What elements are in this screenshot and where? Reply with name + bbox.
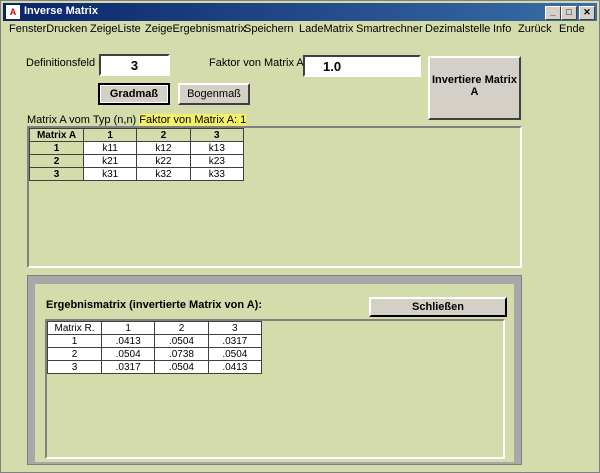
result-row: 2 .0504 .0738 .0504	[47, 347, 263, 361]
matrix-a-cell[interactable]: k12	[136, 141, 191, 155]
schliessen-button[interactable]: Schließen	[369, 297, 507, 317]
matrix-a-row-header: 2	[29, 154, 84, 168]
matrix-a-cell[interactable]: k23	[189, 154, 245, 168]
maximize-button[interactable]: □	[561, 6, 577, 20]
gradmass-button[interactable]: Gradmaß	[98, 83, 170, 105]
menu-zeigeergebnismatrix[interactable]: ZeigeErgebnismatrix	[145, 23, 246, 35]
invert-matrix-button[interactable]: Invertiere Matrix A	[428, 56, 521, 120]
menu-bar: FensterDrucken ZeigeListe ZeigeErgebnism…	[3, 22, 597, 38]
menu-ende[interactable]: Ende	[559, 23, 585, 35]
result-cell: .0504	[207, 347, 263, 361]
menu-ladematrix[interactable]: LadeMatrix	[299, 23, 353, 35]
result-row-header: 3	[47, 360, 102, 374]
matrix-a-caption-text: Matrix A vom Typ (n,n)	[27, 114, 137, 126]
result-cell: .0413	[207, 360, 263, 374]
matrix-a-row: 1 k11 k12 k13	[29, 141, 245, 155]
menu-info[interactable]: Info	[493, 23, 511, 35]
menu-fensterdrucken[interactable]: FensterDrucken	[9, 23, 87, 35]
matrix-a-caption: Matrix A vom Typ (n,n) Faktor von Matrix…	[27, 114, 247, 126]
app-icon: A	[6, 5, 20, 19]
menu-speichern[interactable]: Speichern	[244, 23, 294, 35]
title-bar[interactable]: A Inverse Matrix _ □ ✕	[3, 3, 597, 21]
matrix-a-corner-header: Matrix A	[29, 128, 84, 142]
menu-zurueck[interactable]: Zurück	[518, 23, 552, 35]
matrix-a-cell[interactable]: k22	[136, 154, 191, 168]
result-table: Matrix R. 1 2 3 1 .0413 .0504 .0317 2 .0…	[47, 321, 263, 374]
matrix-a-row: 3 k31 k32 k33	[29, 167, 245, 181]
matrix-a-col-header: 1	[82, 128, 138, 142]
minimize-button[interactable]: _	[545, 6, 561, 20]
matrix-a-cell[interactable]: k11	[82, 141, 138, 155]
matrix-a-cell[interactable]: k31	[82, 167, 138, 181]
bogenmass-button[interactable]: Bogenmaß	[178, 83, 250, 105]
result-title: Ergebnismatrix (invertierte Matrix von A…	[46, 299, 262, 311]
factor-label: Faktor von Matrix A:	[209, 57, 307, 69]
matrix-a-cell[interactable]: k13	[189, 141, 245, 155]
close-button[interactable]: ✕	[579, 6, 595, 20]
result-cell: .0317	[207, 334, 263, 348]
n-field[interactable]: 3	[99, 54, 170, 76]
result-row: 1 .0413 .0504 .0317	[47, 334, 263, 348]
result-col-header: 1	[100, 321, 156, 335]
result-row-header: 2	[47, 347, 102, 361]
result-row: 3 .0317 .0504 .0413	[47, 360, 263, 374]
matrix-a-row: 2 k21 k22 k23	[29, 154, 245, 168]
n-label: Definitionsfeld n:	[26, 57, 108, 69]
result-cell: .0413	[100, 334, 156, 348]
matrix-a-row-header: 3	[29, 167, 84, 181]
matrix-a-cell[interactable]: k32	[136, 167, 191, 181]
window-title: Inverse Matrix	[24, 5, 98, 17]
menu-smartrechner[interactable]: Smartrechner	[356, 23, 423, 35]
matrix-a-row-header: 1	[29, 141, 84, 155]
app-window: A Inverse Matrix _ □ ✕ FensterDrucken Ze…	[0, 0, 600, 473]
result-corner-header: Matrix R.	[47, 321, 102, 335]
result-cell: .0504	[154, 360, 209, 374]
result-col-header: 3	[207, 321, 263, 335]
menu-dezimalstelle[interactable]: Dezimalstelle	[425, 23, 490, 35]
menu-zeigeliste[interactable]: ZeigeListe	[90, 23, 141, 35]
factor-field[interactable]: 1.0	[303, 55, 421, 77]
result-header-row: Matrix R. 1 2 3	[47, 321, 263, 335]
matrix-a-cell[interactable]: k33	[189, 167, 245, 181]
result-cell: .0738	[154, 347, 209, 361]
matrix-a-header-row: Matrix A 1 2 3	[29, 128, 245, 142]
matrix-a-table: Matrix A 1 2 3 1 k11 k12 k13 2 k21 k22 k…	[29, 128, 245, 181]
result-row-header: 1	[47, 334, 102, 348]
result-cell: .0504	[154, 334, 209, 348]
matrix-a-col-header: 2	[136, 128, 191, 142]
matrix-a-cell[interactable]: k21	[82, 154, 138, 168]
matrix-a-col-header: 3	[189, 128, 245, 142]
result-cell: .0317	[100, 360, 156, 374]
matrix-a-factor-highlight: Faktor von Matrix A: 1	[139, 114, 247, 126]
result-col-header: 2	[154, 321, 209, 335]
result-cell: .0504	[100, 347, 156, 361]
